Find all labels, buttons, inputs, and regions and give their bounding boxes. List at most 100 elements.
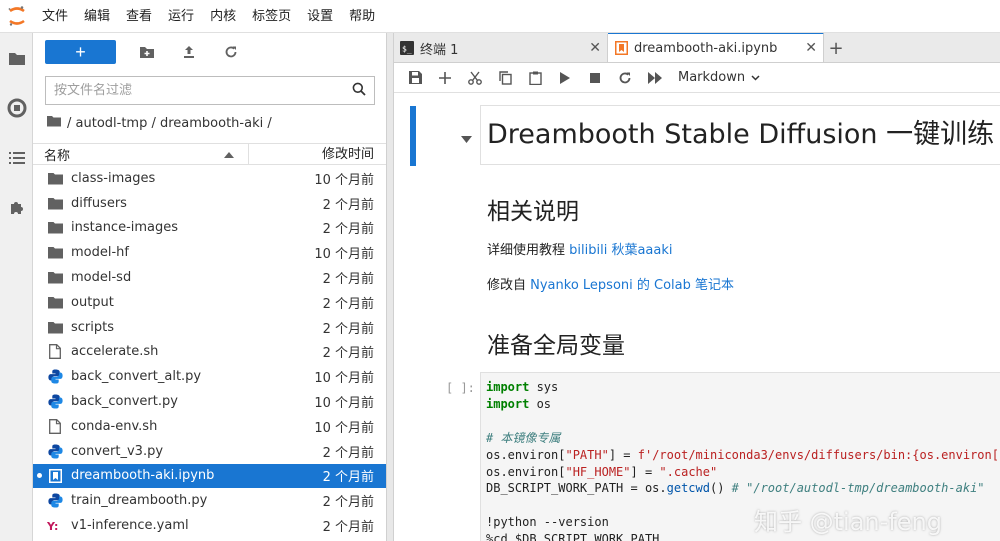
code-string: ".cache": [659, 464, 718, 479]
file-name: v1-inference.yaml: [71, 518, 189, 534]
interrupt-kernel-icon[interactable]: [580, 64, 610, 92]
code-text: os.environ[: [486, 464, 566, 479]
file-row[interactable]: scripts 2 个月前: [33, 315, 386, 340]
file-modified: 10 个月前: [314, 371, 374, 387]
restart-kernel-icon[interactable]: [610, 64, 640, 92]
menu-edit[interactable]: 编辑: [76, 0, 118, 33]
refresh-icon[interactable]: [210, 40, 252, 64]
menu-help[interactable]: 帮助: [341, 0, 383, 33]
file-name: output: [71, 294, 114, 310]
file-name: model-hf: [71, 245, 129, 261]
menu-tabs[interactable]: 标签页: [244, 0, 299, 33]
file-modified: 2 个月前: [322, 346, 374, 362]
add-tab-button[interactable]: +: [824, 34, 848, 62]
copy-icon[interactable]: [490, 64, 520, 92]
bilibili-link[interactable]: bilibili 秋葉aaaki: [569, 243, 672, 258]
file-row[interactable]: back_convert_alt.py 10 个月前: [33, 364, 386, 389]
new-folder-icon[interactable]: [126, 40, 168, 64]
code-string: "PATH": [565, 447, 609, 462]
left-sidebar: [0, 33, 33, 541]
home-folder-icon[interactable]: [47, 115, 61, 131]
close-icon[interactable]: ✕: [589, 40, 601, 56]
filter-input[interactable]: [54, 83, 352, 98]
file-modified: 2 个月前: [322, 296, 374, 312]
menu-view[interactable]: 查看: [118, 0, 160, 33]
sort-ascending-icon: [224, 147, 234, 162]
file-browser-toolbar: +: [45, 40, 252, 64]
cell-type-label: Markdown: [678, 70, 746, 85]
folder-icon[interactable]: [0, 33, 33, 83]
file-browser: + / autodl-tmp / dreambooth-aki / 名称 修改时…: [33, 33, 386, 541]
file-name: convert_v3.py: [71, 443, 164, 459]
code-text: !python --version: [486, 515, 609, 530]
python-icon: [47, 394, 63, 410]
menu-run[interactable]: 运行: [160, 0, 202, 33]
notebook-icon: [614, 41, 628, 55]
file-modified: 2 个月前: [322, 520, 374, 536]
restart-run-all-icon[interactable]: [640, 64, 670, 92]
tab-terminal-label: 终端 1: [420, 42, 459, 58]
column-modified[interactable]: 修改时间: [249, 144, 386, 164]
folder-icon: [47, 170, 63, 186]
file-row[interactable]: conda-env.sh 10 个月前: [33, 414, 386, 439]
file-modified: 2 个月前: [322, 470, 374, 486]
code-text: ] =: [630, 464, 660, 479]
column-name[interactable]: 名称: [33, 144, 249, 164]
file-icon: [47, 418, 63, 434]
folder-icon: [47, 195, 63, 211]
jupyter-logo-icon[interactable]: [0, 0, 34, 33]
file-name: instance-images: [71, 220, 179, 236]
file-row[interactable]: output 2 个月前: [33, 290, 386, 315]
file-row[interactable]: Y: v1-inference.yaml 2 个月前: [33, 513, 386, 538]
run-cell-icon[interactable]: [550, 64, 580, 92]
code-text: os.environ[: [486, 447, 566, 462]
file-modified: 2 个月前: [322, 272, 374, 288]
file-row[interactable]: instance-images 2 个月前: [33, 216, 386, 241]
file-modified: 10 个月前: [314, 396, 374, 412]
menu-settings[interactable]: 设置: [299, 0, 341, 33]
close-icon[interactable]: ✕: [805, 40, 817, 56]
file-row[interactable]: accelerate.sh 2 个月前: [33, 340, 386, 365]
file-row[interactable]: diffusers 2 个月前: [33, 191, 386, 216]
breadcrumb: / autodl-tmp / dreambooth-aki /: [47, 113, 272, 133]
code-text: DB_SCRIPT_WORK_PATH = os.: [486, 481, 667, 496]
tutorial-paragraph: 详细使用教程 bilibili 秋葉aaaki: [487, 239, 673, 258]
file-name: back_convert_alt.py: [71, 369, 202, 385]
heading-global-vars: 准备全局变量: [487, 333, 625, 359]
file-row[interactable]: model-hf 10 个月前: [33, 240, 386, 265]
file-row[interactable]: dreambooth-aki.ipynb 2 个月前: [33, 463, 386, 489]
insert-cell-icon[interactable]: [430, 64, 460, 92]
tab-notebook[interactable]: dreambooth-aki.ipynb ✕: [608, 33, 824, 62]
running-kernels-icon[interactable]: [0, 83, 33, 133]
tab-terminal[interactable]: $_ 终端 1 ✕: [394, 34, 608, 62]
code-keyword: import: [486, 396, 530, 411]
colab-link[interactable]: Nyanko Lepsoni 的 Colab 笔记本: [530, 278, 734, 293]
markdown-title-cell[interactable]: Dreambooth Stable Diffusion 一键训练: [480, 105, 1000, 165]
file-name: class-images: [71, 170, 156, 186]
upload-icon[interactable]: [168, 40, 210, 64]
file-name: dreambooth-aki.ipynb: [71, 468, 215, 484]
cut-icon[interactable]: [460, 64, 490, 92]
paste-icon[interactable]: [520, 64, 550, 92]
extension-puzzle-icon[interactable]: [0, 183, 33, 233]
panel-splitter[interactable]: [386, 33, 394, 541]
file-row[interactable]: convert_v3.py 2 个月前: [33, 439, 386, 464]
folder-icon: [47, 319, 63, 335]
code-text: (): [709, 481, 732, 496]
notebook-content: Dreambooth Stable Diffusion 一键训练 相关说明 详细…: [394, 94, 1000, 541]
file-row[interactable]: model-sd 2 个月前: [33, 265, 386, 290]
folder-icon: [47, 220, 63, 236]
new-launcher-button[interactable]: +: [45, 40, 116, 64]
menu-file[interactable]: 文件: [34, 0, 76, 33]
menu-kernel[interactable]: 内核: [202, 0, 244, 33]
notebook-icon: [47, 468, 63, 484]
file-list-header: 名称 修改时间: [33, 143, 386, 165]
save-icon[interactable]: [400, 64, 430, 92]
breadcrumb-path[interactable]: / autodl-tmp / dreambooth-aki /: [67, 116, 272, 131]
collapse-heading-icon[interactable]: [461, 132, 472, 147]
file-row[interactable]: back_convert.py 10 个月前: [33, 389, 386, 414]
table-of-contents-icon[interactable]: [0, 133, 33, 183]
cell-type-dropdown[interactable]: Markdown: [678, 70, 760, 85]
file-row[interactable]: class-images 10 个月前: [33, 166, 386, 191]
file-row[interactable]: train_dreambooth.py 2 个月前: [33, 488, 386, 513]
